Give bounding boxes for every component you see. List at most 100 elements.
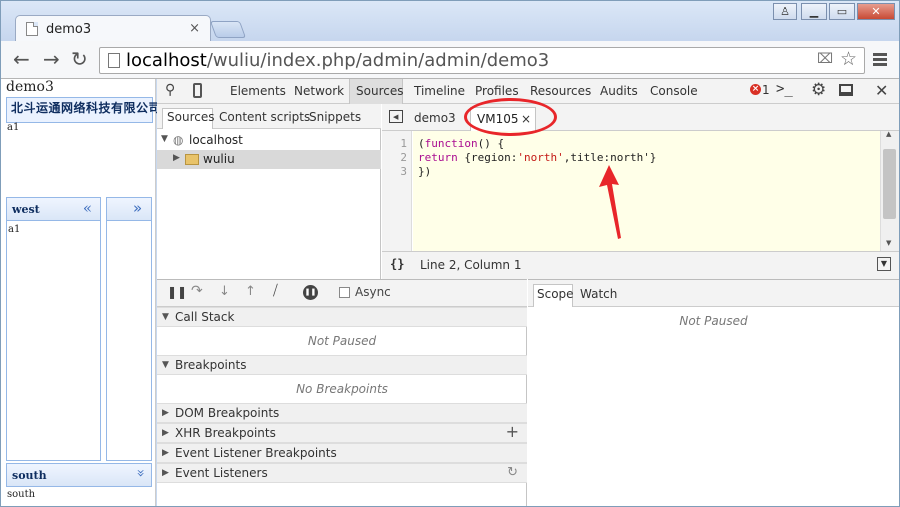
section-event-listener-breakpoints[interactable]: ▶ Event Listener Breakpoints (157, 443, 527, 463)
west-title: west (12, 203, 40, 216)
editor-pane: ◀ demo3 VM105 × 1 2 3 (function() {retur… (382, 104, 899, 279)
tab-audits[interactable]: Audits (600, 84, 638, 98)
globe-icon: ◍ (173, 133, 184, 147)
navigator-pane: Sources Content scripts Snippets ▼ ◍ loc… (157, 104, 381, 279)
tab-title: demo3 (46, 22, 92, 37)
back-arrow-icon[interactable]: ← (13, 49, 30, 69)
url-path: /wuliu/index.php/admin/admin/demo3 (206, 50, 550, 71)
page-title: demo3 (6, 79, 54, 95)
devtools: ⚲ Elements Network Sources Timeline Prof… (157, 79, 899, 506)
section-xhr-breakpoints[interactable]: ▶ XHR Breakpoints + (157, 423, 527, 443)
scope-pane: Scope Watch Not Paused (528, 279, 899, 506)
close-devtools-icon[interactable]: ✕ (875, 81, 888, 100)
tab-sources[interactable]: Sources (356, 84, 403, 98)
west-panel-body: a1 (6, 221, 101, 461)
tab-network[interactable]: Network (294, 84, 344, 98)
maximize-button[interactable]: ▭ (829, 3, 855, 20)
refresh-icon[interactable]: ↻ (507, 464, 518, 482)
browser-toolbar: ← → ↻ localhost/wuliu/index.php/admin/ad… (1, 41, 899, 79)
collapse-left-icon[interactable]: « (83, 199, 92, 217)
scroll-down-icon[interactable]: ▼ (886, 239, 891, 247)
ntab-content-scripts[interactable]: Content scripts (219, 110, 310, 124)
chrome-menu-icon[interactable] (873, 53, 887, 68)
window-close-button[interactable]: ✕ (857, 3, 895, 20)
center-panel-header: » (106, 197, 152, 221)
toggle-navigator-icon[interactable]: ◀ (389, 110, 403, 123)
step-over-icon[interactable]: ↷ (191, 283, 203, 299)
code-line: return {region:'north',title:north'} (418, 151, 657, 164)
section-call-stack[interactable]: ▼ Call Stack (157, 307, 527, 327)
show-drawer-icon[interactable]: ▼ (877, 257, 891, 271)
translate-icon[interactable]: ⌧ (817, 51, 833, 67)
tab-elements[interactable]: Elements (230, 84, 286, 98)
minimize-button[interactable]: ▁ (801, 3, 827, 20)
editor-scrollbar[interactable]: ▲ ▼ (880, 130, 899, 251)
page-info-icon (108, 53, 120, 68)
debugger-pane: ❚❚ ↷ ↓ ↑ ⧸ ❚❚ Async ▼ Call Stack Not Paus… (157, 279, 527, 506)
forward-arrow-icon[interactable]: → (43, 49, 60, 69)
page-icon (26, 22, 38, 36)
console-drawer-icon[interactable]: >_ (776, 81, 793, 97)
add-icon[interactable]: + (506, 423, 519, 441)
debugger-toolbar: ❚❚ ↷ ↓ ↑ ⧸ ❚❚ Async (157, 280, 527, 307)
collapse-down-icon[interactable]: » (133, 469, 149, 478)
error-icon[interactable]: × (750, 84, 761, 95)
annotation-arrow (599, 165, 621, 239)
editor-tab-demo3[interactable]: demo3 (414, 111, 456, 125)
title-bar: demo3 × ♙ ▁ ▭ ✕ (1, 1, 899, 42)
close-tab-icon[interactable]: × (189, 21, 200, 36)
expand-right-icon[interactable]: » (133, 199, 142, 217)
tab-console[interactable]: Console (650, 84, 698, 98)
address-bar[interactable]: localhost/wuliu/index.php/admin/admin/de… (99, 47, 865, 74)
error-count: 1 (762, 83, 770, 97)
browser-tab[interactable]: demo3 × (15, 15, 211, 42)
collapse-arrow-icon: ▶ (162, 428, 169, 438)
code-editor[interactable]: (function() {return {region:'north',titl… (413, 131, 880, 251)
browser-window: demo3 × ♙ ▁ ▭ ✕ ← → ↻ localhost/wuliu/in… (0, 0, 900, 507)
pretty-print-icon[interactable]: {} (390, 257, 404, 271)
async-label: Async (355, 285, 391, 299)
annotation-arrow-shape (599, 165, 621, 239)
async-checkbox[interactable] (339, 287, 350, 298)
tab-profiles[interactable]: Profiles (475, 84, 519, 98)
scroll-up-icon[interactable]: ▲ (886, 130, 891, 138)
center-panel-body (106, 221, 152, 461)
section-event-listeners[interactable]: ▶ Event Listeners ↻ (157, 463, 527, 483)
tab-timeline[interactable]: Timeline (414, 84, 465, 98)
section-dom-breakpoints[interactable]: ▶ DOM Breakpoints (157, 403, 527, 423)
line-gutter: 1 2 3 (382, 131, 412, 251)
device-mode-icon[interactable] (193, 83, 202, 98)
new-tab-button[interactable] (209, 21, 247, 38)
tab-scope[interactable]: Scope (537, 287, 574, 301)
section-breakpoints[interactable]: ▼ Breakpoints (157, 355, 527, 375)
south-content: south (7, 489, 36, 500)
collapse-arrow-icon: ▶ (162, 408, 169, 418)
gear-icon[interactable]: ⚙ (811, 80, 826, 100)
tree-collapse-icon[interactable]: ▶ (173, 153, 180, 163)
reload-icon[interactable]: ↻ (71, 49, 88, 69)
deactivate-breakpoints-icon[interactable]: ⧸ (273, 283, 278, 299)
code-line: }) (418, 165, 432, 178)
step-out-icon[interactable]: ↑ (245, 284, 256, 299)
dock-icon[interactable] (839, 84, 853, 96)
search-icon[interactable]: ⚲ (165, 82, 175, 98)
ntab-sources[interactable]: Sources (167, 110, 214, 124)
pause-icon[interactable]: ❚❚ (167, 285, 187, 299)
user-icon[interactable]: ♙ (773, 3, 797, 20)
web-page: demo3 北斗运通网络科技有限公司 a1 west « a1 » south … (1, 79, 161, 506)
tab-watch[interactable]: Watch (580, 287, 617, 301)
bookmark-star-icon[interactable]: ☆ (840, 48, 857, 70)
tab-resources[interactable]: Resources (530, 84, 591, 98)
tree-folder[interactable]: wuliu (203, 152, 235, 166)
ntab-snippets[interactable]: Snippets (309, 110, 361, 124)
step-into-icon[interactable]: ↓ (219, 284, 230, 299)
expand-arrow-icon: ▼ (162, 360, 169, 370)
navigator-tabs: Sources Content scripts Snippets (157, 104, 381, 129)
call-stack-empty: Not Paused (307, 334, 377, 348)
scrollbar-thumb[interactable] (883, 149, 896, 219)
west-content: a1 (8, 224, 21, 235)
tree-root[interactable]: localhost (189, 133, 243, 147)
pause-on-exceptions-icon[interactable]: ❚❚ (303, 285, 318, 300)
tree-expand-icon[interactable]: ▼ (161, 134, 168, 144)
expand-arrow-icon: ▼ (162, 312, 169, 322)
